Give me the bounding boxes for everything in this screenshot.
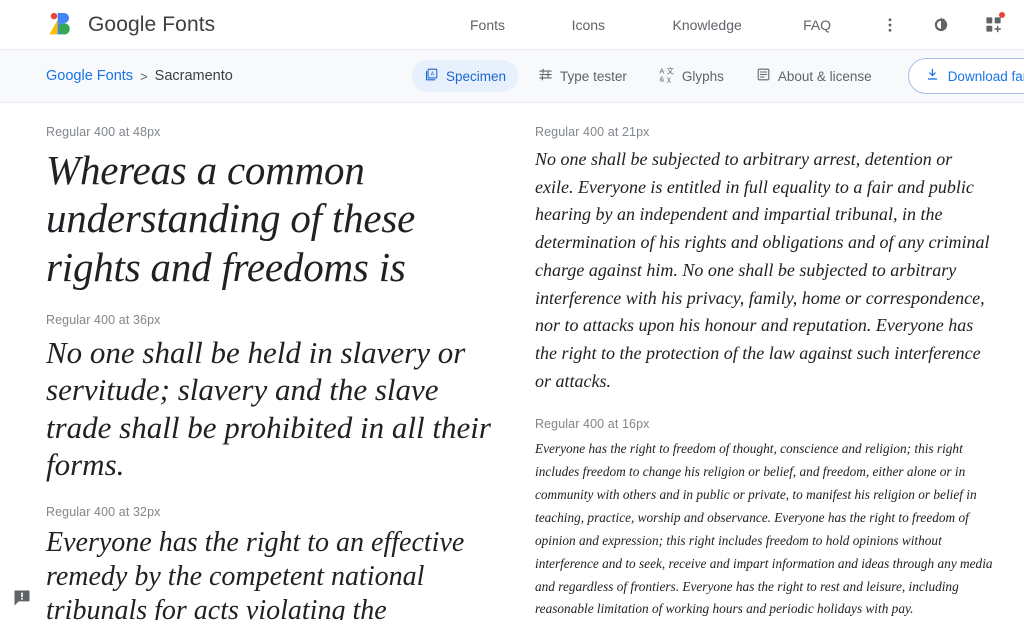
specimen-label-48: Regular 400 at 48px xyxy=(46,125,161,139)
tab-glyphs[interactable]: A 文 & χ Glyphs xyxy=(647,60,736,93)
tab-specimen-label: Specimen xyxy=(446,68,507,84)
tab-type-tester-label: Type tester xyxy=(560,68,627,84)
specimen-text-21[interactable]: No one shall be subjected to arbitrary a… xyxy=(535,146,994,395)
brand[interactable]: Google Fonts xyxy=(46,10,215,40)
breadcrumb-separator: > xyxy=(140,68,148,84)
glyphs-icon: A 文 & χ xyxy=(659,66,675,86)
specimen-block-48: Regular 400 at 48px Whereas a common und… xyxy=(46,125,505,291)
breadcrumb-current: Sacramento xyxy=(154,68,233,84)
specimen-block-21: Regular 400 at 21px No one shall be subj… xyxy=(535,125,994,395)
breadcrumb: Google Fonts > Sacramento xyxy=(46,68,233,84)
specimen-label-32: Regular 400 at 32px xyxy=(46,504,161,519)
specimen-block-16: Regular 400 at 16px Everyone has the rig… xyxy=(535,417,994,620)
specimen-block-36: Regular 400 at 36px No one shall be held… xyxy=(46,313,505,483)
top-header: Google Fonts Fonts Icons Knowledge FAQ xyxy=(0,0,1024,50)
add-to-collection-icon[interactable] xyxy=(980,9,1008,41)
brand-name: Google Fonts xyxy=(88,12,216,36)
notification-badge xyxy=(998,11,1005,18)
svg-text:A: A xyxy=(431,71,435,77)
specimen-text-48[interactable]: Whereas a common understanding of these … xyxy=(46,146,505,291)
download-icon xyxy=(925,67,940,85)
specimen-block-32: Regular 400 at 32px Everyone has the rig… xyxy=(46,505,505,620)
tab-about-license[interactable]: About & license xyxy=(744,60,884,92)
specimen-text-32[interactable]: Everyone has the right to an effective r… xyxy=(46,526,505,620)
tab-specimen[interactable]: A Specimen xyxy=(412,60,519,92)
specimen-label-21: Regular 400 at 21px xyxy=(535,125,650,139)
breadcrumb-root-link[interactable]: Google Fonts xyxy=(46,68,133,84)
tab-type-tester[interactable]: Type tester xyxy=(526,60,639,92)
nav-link-faq[interactable]: FAQ xyxy=(793,11,841,39)
dark-mode-icon[interactable] xyxy=(927,9,955,41)
sub-header: Google Fonts > Sacramento A Specimen Typ… xyxy=(0,50,1024,103)
specimen-text-36[interactable]: No one shall be held in slavery or servi… xyxy=(46,334,505,483)
specimen-column-left: Regular 400 at 48px Whereas a common und… xyxy=(46,125,505,620)
download-family-button[interactable]: Download family xyxy=(907,58,1024,94)
svg-text:&: & xyxy=(659,74,664,82)
specimen-main: Regular 400 at 48px Whereas a common und… xyxy=(0,103,1024,620)
article-icon xyxy=(756,67,771,85)
specimen-tabs: A Specimen Type tester A 文 & χ Glyphs Ab… xyxy=(412,58,1024,94)
google-fonts-logo-icon xyxy=(46,10,76,40)
nav-link-knowledge[interactable]: Knowledge xyxy=(662,11,751,39)
tune-icon xyxy=(538,67,553,85)
specimen-text-16[interactable]: Everyone has the right to freedom of tho… xyxy=(535,438,994,620)
specimen-label-36: Regular 400 at 36px xyxy=(46,313,161,328)
svg-text:χ: χ xyxy=(667,74,671,82)
specimen-icon: A xyxy=(424,67,439,85)
top-navigation: Fonts Icons Knowledge FAQ xyxy=(460,0,1008,49)
tab-about-license-label: About & license xyxy=(777,68,872,84)
feedback-icon[interactable] xyxy=(12,588,32,608)
more-vert-icon[interactable] xyxy=(876,9,904,41)
specimen-column-right: Regular 400 at 21px No one shall be subj… xyxy=(535,125,994,620)
nav-link-fonts[interactable]: Fonts xyxy=(460,11,515,39)
download-family-label: Download family xyxy=(947,68,1024,84)
nav-link-icons[interactable]: Icons xyxy=(562,11,615,39)
specimen-label-16: Regular 400 at 16px xyxy=(535,417,650,432)
tab-glyphs-label: Glyphs xyxy=(681,68,724,84)
